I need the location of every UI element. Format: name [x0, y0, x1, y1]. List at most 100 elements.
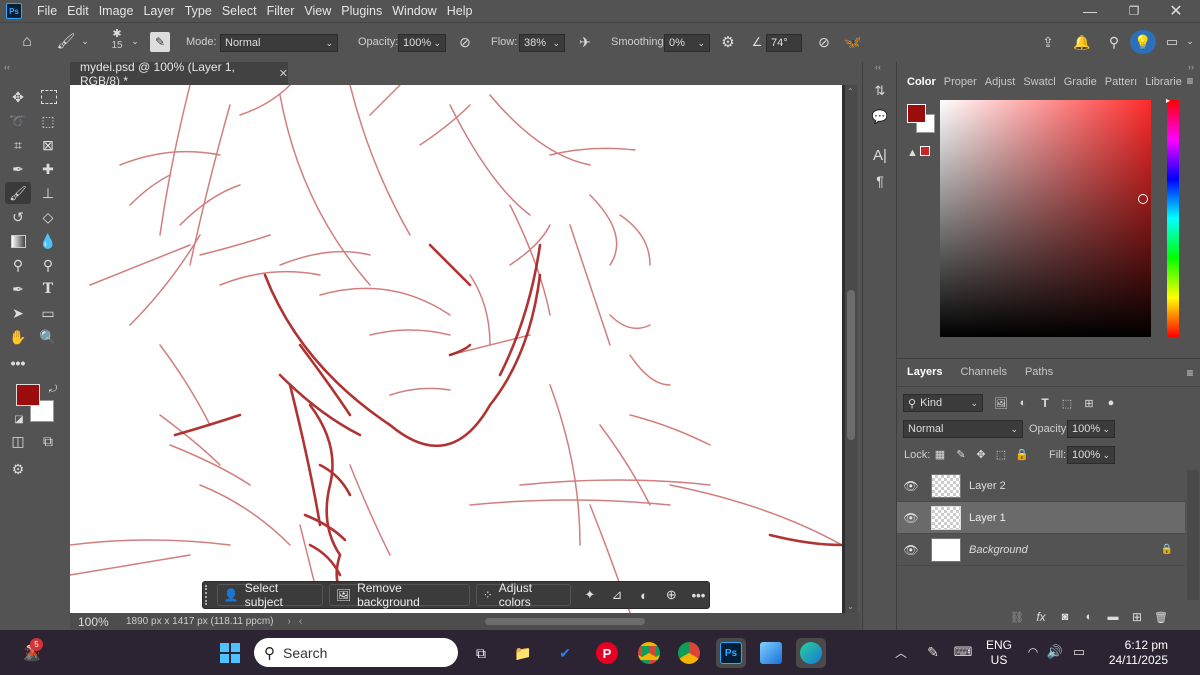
history-panel-icon[interactable]: ⇅ — [869, 80, 891, 102]
search-icon[interactable]: ⚲ — [1104, 32, 1124, 52]
tab-gradients[interactable]: Gradie — [1060, 76, 1101, 88]
tab-patterns[interactable]: Patterı — [1101, 76, 1141, 88]
todo-app-icon[interactable]: ✔ — [550, 638, 580, 668]
chrome-icon[interactable] — [634, 638, 664, 668]
gradient-tool-icon[interactable] — [7, 230, 29, 252]
tab-layers[interactable]: Layers — [903, 366, 946, 378]
fill-layer-icon[interactable]: ⊕ — [661, 587, 682, 603]
chevron-down-icon[interactable]: ⌄ — [130, 33, 140, 49]
adjust-colors-button[interactable]: ⁘ Adjust colors — [475, 581, 572, 609]
clone-stamp-tool-icon[interactable]: ⊥ — [37, 182, 59, 204]
foreground-color-swatch-top[interactable] — [16, 384, 40, 406]
symmetry-icon[interactable]: 🦋 — [843, 32, 863, 52]
lasso-tool-icon[interactable]: ➰ — [7, 110, 29, 132]
edge-icon[interactable] — [796, 638, 826, 668]
tab-paths[interactable]: Paths — [1021, 366, 1057, 378]
share-icon[interactable]: ⇪ — [1038, 32, 1058, 52]
gear-icon[interactable]: ⚙ — [718, 32, 738, 52]
workspace-icon[interactable]: ▭ — [1162, 32, 1182, 52]
hand-tool-icon[interactable]: ✋ — [7, 326, 29, 348]
menu-type[interactable]: Type — [180, 4, 217, 18]
language-indicator[interactable]: ENG US — [984, 638, 1014, 668]
hue-slider[interactable]: ▸ — [1166, 96, 1179, 337]
lock-pixels-icon[interactable]: ✎ — [954, 446, 968, 462]
brush-tool-icon[interactable]: 🖌 — [56, 31, 76, 51]
comments-panel-icon[interactable]: 💬 — [869, 106, 891, 128]
select-subject-button[interactable]: 👤 Select subject — [216, 581, 323, 609]
swap-colors-icon[interactable]: ⤾ — [46, 382, 60, 396]
drag-handle[interactable] — [205, 585, 211, 605]
pen-menu-icon[interactable]: ✎ — [923, 642, 943, 662]
menu-select[interactable]: Select — [217, 4, 262, 18]
chevron-left-icon[interactable]: ‹ — [299, 616, 302, 627]
volume-icon[interactable]: 🔊 — [1046, 642, 1064, 662]
menu-edit[interactable]: Edit — [62, 4, 94, 18]
scroll-down-icon[interactable]: ⌄ — [847, 602, 854, 611]
filter-adjustment-icon[interactable]: ◐ — [1015, 394, 1031, 412]
history-brush-tool-icon[interactable]: ↺ — [7, 206, 29, 228]
chevron-down-icon[interactable]: ⌄ — [1184, 33, 1196, 49]
pressure-opacity-icon[interactable]: ⊘ — [455, 32, 475, 52]
chevron-right-icon[interactable]: › — [288, 616, 291, 627]
battery-icon[interactable]: ▭ — [1068, 642, 1090, 662]
photoshop-logo[interactable]: Ps — [6, 3, 22, 19]
healing-brush-tool-icon[interactable]: ✚ — [37, 158, 59, 180]
layer-opacity-input[interactable]: 100% ⌄ — [1067, 420, 1115, 438]
eye-icon[interactable]: 👁 — [897, 479, 925, 493]
type-tool-icon[interactable]: T — [37, 278, 59, 300]
tab-swatches[interactable]: Swatcl — [1019, 76, 1059, 88]
default-colors-icon[interactable]: ◪ — [12, 412, 26, 426]
bell-icon[interactable]: 🔔 — [1072, 32, 1092, 52]
zoom-level[interactable]: 100% — [78, 615, 126, 629]
zoom-tool-icon[interactable]: 🔍 — [37, 326, 59, 348]
eye-icon[interactable]: 👁 — [897, 511, 925, 525]
airbrush-icon[interactable]: ✈ — [575, 32, 595, 52]
photoshop-taskbar-icon[interactable]: Ps — [716, 638, 746, 668]
more-options-icon[interactable]: ••• — [688, 588, 709, 603]
zoom-magnifier-icon[interactable]: ⚲ — [37, 254, 59, 276]
menu-view[interactable]: View — [299, 4, 336, 18]
chevron-down-icon[interactable]: ⌄ — [80, 33, 90, 49]
menu-file[interactable]: File — [32, 4, 62, 18]
brush-preset-picker[interactable]: ✱ 15 — [106, 27, 128, 59]
remove-background-button[interactable]: 🖼 Remove background — [328, 581, 470, 609]
chrome-profile-icon[interactable] — [674, 638, 704, 668]
close-window-button[interactable]: ✕ — [1164, 0, 1188, 22]
layer-filter-select[interactable]: ⚲ Kind ⌄ — [903, 394, 983, 412]
color-picker-cursor[interactable] — [1138, 194, 1148, 204]
hue-slider-handle[interactable]: ▸ — [1166, 96, 1170, 105]
tab-channels[interactable]: Channels — [956, 366, 1010, 378]
filter-toggle-icon[interactable]: ● — [1103, 394, 1119, 412]
add-mask-icon[interactable]: ◙ — [1053, 611, 1077, 623]
mode-select[interactable]: Normal ⌄ — [220, 34, 338, 52]
dodge-tool-icon[interactable]: ⚲ — [7, 254, 29, 276]
layer-name[interactable]: Layer 1 — [969, 512, 1006, 524]
fill-input[interactable]: 100% ⌄ — [1067, 446, 1115, 464]
layer-name[interactable]: Background — [969, 544, 1028, 556]
pinterest-icon[interactable]: P — [592, 638, 622, 668]
eraser-tool-icon[interactable]: ◇ — [37, 206, 59, 228]
menu-layer[interactable]: Layer — [138, 4, 179, 18]
task-view-icon[interactable]: ⧉ — [466, 638, 496, 668]
collapse-icon[interactable]: ‹‹ — [4, 62, 10, 72]
marquee-tool-icon[interactable] — [41, 90, 57, 104]
horizontal-scrollbar[interactable] — [485, 618, 645, 625]
filter-shape-icon[interactable]: ⬚ — [1059, 394, 1075, 412]
character-panel-icon[interactable]: A| — [869, 144, 891, 166]
panel-menu-icon[interactable]: ≡ — [1183, 366, 1197, 380]
menu-help[interactable]: Help — [442, 4, 478, 18]
path-selection-tool-icon[interactable]: ➤ — [7, 302, 29, 324]
restore-button[interactable]: ❐ — [1122, 0, 1146, 22]
new-group-icon[interactable]: ▬ — [1101, 611, 1125, 623]
blend-mode-select[interactable]: Normal ⌄ — [903, 420, 1023, 438]
more-tools-icon[interactable]: ••• — [7, 352, 29, 374]
file-explorer-icon[interactable]: 📁 — [508, 638, 538, 668]
tab-adjustments[interactable]: Adjust — [981, 76, 1020, 88]
keyboard-icon[interactable]: ⌨ — [953, 642, 973, 662]
pressure-size-icon[interactable]: ⊘ — [814, 32, 834, 52]
clock[interactable]: 6:12 pm 24/11/2025 — [1098, 638, 1168, 668]
lock-all-icon[interactable]: 🔒 — [1015, 446, 1029, 462]
gamut-warning-icon[interactable]: ▲ — [907, 146, 930, 159]
brush-tool-icon[interactable]: 🖌 — [5, 182, 31, 204]
menu-window[interactable]: Window — [387, 4, 441, 18]
